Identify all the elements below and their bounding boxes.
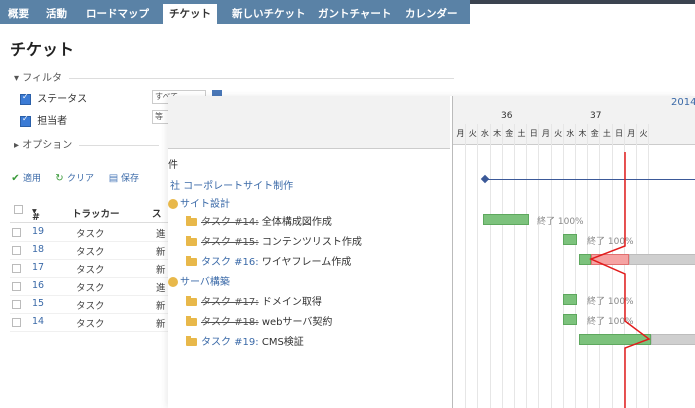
tab-new-issue[interactable]: 新しいチケット bbox=[232, 4, 306, 24]
status-filter-checkbox[interactable] bbox=[20, 92, 31, 105]
table-row[interactable]: 16 タスク 進 bbox=[10, 277, 170, 296]
apply-label: 適用 bbox=[23, 174, 42, 184]
folder-icon bbox=[186, 336, 197, 346]
issue-id-link[interactable]: 17 bbox=[32, 262, 44, 273]
version-icon bbox=[168, 277, 178, 287]
options-section-label: オプション bbox=[22, 140, 73, 151]
status-cell: 進 bbox=[156, 229, 166, 240]
task-item[interactable]: タスク #14: 全体構成図作成 bbox=[186, 213, 332, 228]
table-row[interactable]: 14 タスク 新 bbox=[10, 313, 170, 332]
issue-id-link[interactable]: 15 bbox=[32, 298, 44, 309]
tracker-cell: タスク bbox=[76, 247, 105, 258]
task-item[interactable]: タスク #16: ワイヤフレーム作成 bbox=[186, 253, 351, 268]
task-item[interactable]: タスク #18: webサーバ契約 bbox=[186, 313, 332, 328]
table-row[interactable]: 19 タスク 進 bbox=[10, 223, 170, 242]
divider bbox=[69, 77, 455, 79]
check-icon: ✔ bbox=[11, 173, 20, 184]
status-cell: 新 bbox=[156, 265, 166, 276]
issue-id-link[interactable]: 18 bbox=[32, 244, 44, 255]
tab-overview[interactable]: 概要 bbox=[8, 4, 29, 24]
reload-icon: ↻ bbox=[55, 173, 64, 184]
assignee-filter-label: 担当者 bbox=[37, 116, 68, 127]
save-icon: ▤ bbox=[108, 173, 119, 184]
save-label: 保存 bbox=[121, 174, 140, 184]
issue-id-link[interactable]: 14 bbox=[32, 316, 44, 327]
tracker-cell: タスク bbox=[76, 229, 105, 240]
gantt-subject-header bbox=[168, 96, 450, 149]
row-checkbox[interactable] bbox=[12, 282, 21, 291]
row-checkbox[interactable] bbox=[12, 318, 21, 327]
row-checkbox[interactable] bbox=[12, 246, 21, 255]
status-cell: 新 bbox=[156, 319, 166, 330]
tracker-column-header[interactable]: トラッカー bbox=[72, 206, 120, 220]
status-cell: 新 bbox=[156, 301, 166, 312]
task-item[interactable]: タスク #17: ドメイン取得 bbox=[186, 293, 322, 308]
gantt-subject-column: 件 社 コーポレートサイト制作 サイト設計 タスク #14: 全体構成図作成 タ… bbox=[168, 148, 450, 408]
tab-activity[interactable]: 活動 bbox=[46, 4, 67, 24]
status-cell: 進 bbox=[156, 283, 166, 294]
status-filter-label: ステータス bbox=[37, 94, 88, 105]
folder-icon bbox=[186, 316, 197, 326]
filter-status-row: ステータス bbox=[20, 90, 87, 105]
version-icon bbox=[168, 199, 178, 209]
version-item[interactable]: サーバ構築 bbox=[168, 273, 230, 288]
tab-issues[interactable]: チケット bbox=[163, 4, 217, 24]
main-menu: 概要 活動 ロードマップ チケット 新しいチケット ガントチャート カレンダー bbox=[0, 0, 470, 24]
gantt-timeline: 2014 36 37 月火水木金土日月火水木金土日月火 終了 100% 終了 1… bbox=[452, 96, 695, 408]
divider bbox=[79, 144, 160, 146]
clear-button[interactable]: ↻ クリア bbox=[54, 171, 94, 184]
project-item[interactable]: 社 コーポレートサイト制作 bbox=[170, 177, 293, 192]
subject-heading: 件 bbox=[168, 160, 178, 171]
table-row[interactable]: 15 タスク 新 bbox=[10, 295, 170, 314]
task-item[interactable]: タスク #15: コンテンツリスト作成 bbox=[186, 233, 362, 248]
row-checkbox[interactable] bbox=[12, 264, 21, 273]
row-checkbox[interactable] bbox=[12, 228, 21, 237]
status-column-header[interactable]: ス bbox=[152, 206, 162, 220]
table-row[interactable]: 18 タスク 新 bbox=[10, 241, 170, 260]
select-all-checkbox[interactable] bbox=[14, 205, 23, 214]
folder-icon bbox=[186, 256, 197, 266]
assignee-filter-checkbox[interactable] bbox=[20, 114, 31, 127]
row-checkbox[interactable] bbox=[12, 300, 21, 309]
tracker-cell: タスク bbox=[76, 301, 105, 312]
folder-icon bbox=[186, 296, 197, 306]
folder-icon bbox=[186, 236, 197, 246]
collapse-arrow-icon: ▾ bbox=[14, 73, 23, 84]
tab-gantt[interactable]: ガントチャート bbox=[318, 4, 391, 24]
header-strip bbox=[470, 0, 695, 4]
issue-table-header: # ▾ トラッカー ス bbox=[10, 200, 170, 223]
issue-id-link[interactable]: 19 bbox=[32, 226, 44, 237]
filter-section[interactable]: ▾ フィルタ bbox=[14, 69, 455, 84]
tracker-cell: タスク bbox=[76, 319, 105, 330]
gantt-panel: 件 社 コーポレートサイト制作 サイト設計 タスク #14: 全体構成図作成 タ… bbox=[168, 96, 695, 408]
tab-calendar[interactable]: カレンダー bbox=[405, 4, 458, 24]
table-row[interactable]: 17 タスク 新 bbox=[10, 259, 170, 278]
tab-roadmap[interactable]: ロードマップ bbox=[86, 4, 149, 24]
progress-line bbox=[589, 152, 651, 408]
filter-section-label: フィルタ bbox=[22, 73, 63, 84]
clear-label: クリア bbox=[67, 174, 95, 184]
issue-id-link[interactable]: 16 bbox=[32, 280, 44, 291]
id-column-header[interactable]: # ▾ bbox=[32, 206, 40, 223]
expand-arrow-icon: ▸ bbox=[14, 140, 23, 151]
options-section[interactable]: ▸ オプション bbox=[14, 136, 160, 151]
task-item[interactable]: タスク #19: CMS検証 bbox=[186, 333, 304, 348]
folder-icon bbox=[186, 216, 197, 226]
apply-button[interactable]: ✔ 適用 bbox=[10, 171, 41, 184]
save-button[interactable]: ▤ 保存 bbox=[108, 171, 139, 184]
version-item[interactable]: サイト設計 bbox=[168, 195, 230, 210]
tracker-cell: タスク bbox=[76, 265, 105, 276]
page-title: チケット bbox=[10, 40, 75, 59]
tracker-cell: タスク bbox=[76, 283, 105, 294]
filter-assignee-row: 担当者 bbox=[20, 112, 67, 127]
status-cell: 新 bbox=[156, 247, 166, 258]
